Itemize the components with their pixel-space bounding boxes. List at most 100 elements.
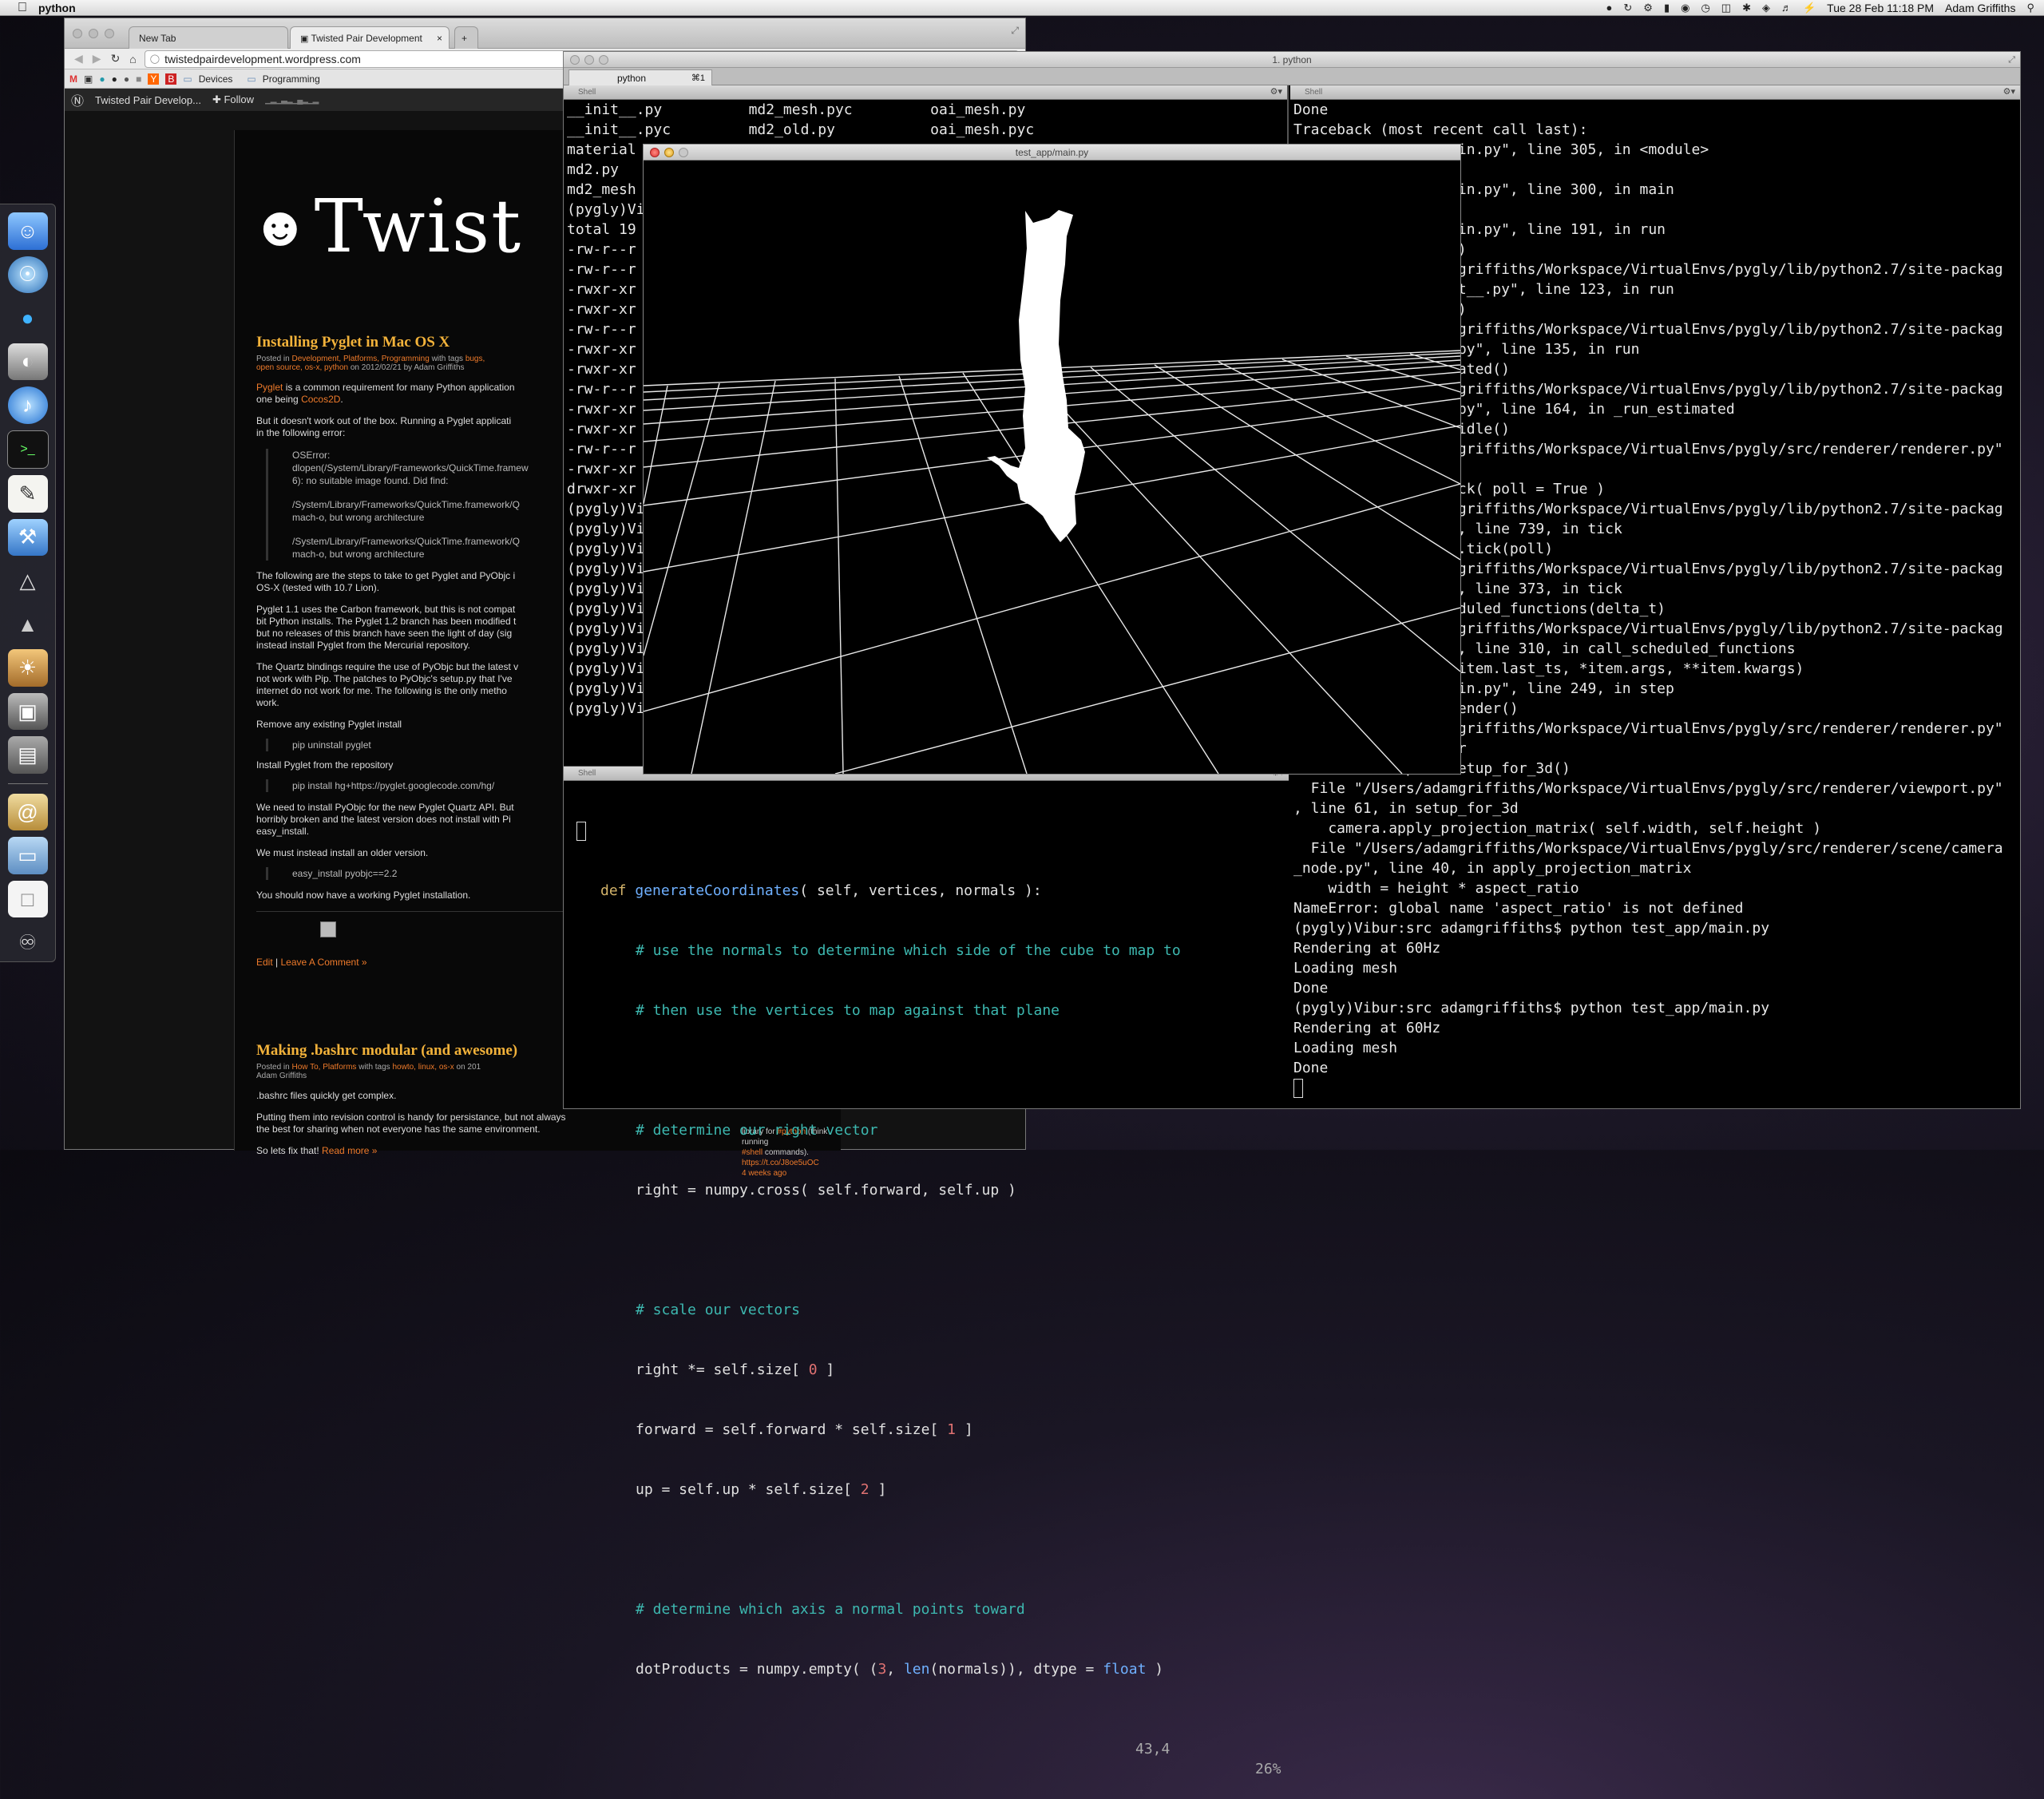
browser-icon[interactable]: ☉ [7,256,48,294]
tab-label: New Tab [139,33,176,44]
meta-date: on 201 [456,1063,481,1072]
back-icon[interactable]: ◀ [74,52,83,65]
code-line: up = self.up * self.size[ 2 ] [576,1480,1289,1500]
pyglet-link[interactable]: Pyglet [256,382,283,393]
bookmark-programming[interactable]: Programming [263,73,320,85]
wp-site-name[interactable]: Twisted Pair Develop... [95,94,201,106]
power-icon[interactable]: ⚡ [1803,2,1816,14]
post-text: We need to install PyObjc for the new Py… [256,802,514,813]
document-icon[interactable]: □ [7,880,48,918]
close-icon[interactable] [650,148,660,157]
eye-icon[interactable]: ◉ [1681,2,1689,14]
inkscape-icon[interactable]: △ [8,562,48,600]
flip-icon[interactable]: ▲ [8,606,48,644]
cocos2d-link[interactable]: Cocos2D [301,394,340,405]
github-icon[interactable]: ● [112,73,117,85]
folder-icon[interactable]: ▭ [7,837,48,874]
bookmark-icon[interactable]: ● [124,73,129,85]
read-more-link[interactable]: Read more » [322,1145,377,1156]
stats-sparkline-icon[interactable]: ▁▂▁▃▂▁▄▂▁▂ [265,96,319,105]
meta-tags[interactable]: open source, os-x, python [256,363,348,372]
itunes-icon[interactable]: ♪ [7,386,48,424]
finder-icon[interactable]: ☺ [7,212,48,250]
share-icon[interactable] [320,921,336,937]
tab-new-tab[interactable]: New Tab [129,26,288,49]
textedit-icon[interactable]: ✎ [7,475,48,513]
meta-categories[interactable]: How To, Platforms [291,1063,356,1072]
code-line: def generateCoordinates( self, vertices,… [576,881,1289,901]
gmail-icon[interactable]: M [69,73,77,85]
code-comment: # then use the vertices to map against t… [636,1002,1060,1019]
meta-date: on 2012/02/21 by Adam Griffiths [350,363,465,372]
battery-icon[interactable]: ▮ [1664,2,1670,14]
tab-twisted-pair[interactable]: ▣ Twisted Pair Development × [290,26,450,49]
iphoto-icon[interactable]: ☀ [7,649,48,687]
edit-link[interactable]: Edit [256,957,273,968]
skype-icon[interactable]: ● [1606,2,1613,14]
close-icon[interactable] [73,29,82,38]
bluetooth-icon[interactable]: ✱ [1742,2,1751,14]
console-icon[interactable]: ▤ [7,736,48,774]
zoom-icon[interactable] [105,29,114,38]
terminal-line: Rendering at 60Hz [1293,940,1441,957]
menubar-clock[interactable]: Tue 28 Feb 11:18 PM [1827,2,1934,14]
terminal-tab-python[interactable]: python ⌘1 [568,69,712,85]
xcode-icon[interactable]: ⚒ [7,518,48,557]
gl-app-window[interactable]: test_app/main.py [643,144,1461,775]
terminal-icon[interactable]: >_ [6,430,49,470]
app-menu[interactable]: python [38,2,76,14]
comment-link[interactable]: Leave A Comment » [280,957,366,968]
wifi-icon[interactable]: ◈ [1762,2,1770,14]
minimize-icon[interactable] [664,148,674,157]
meta-tags[interactable]: howto, linux, os-x [392,1063,454,1072]
wordpress-logo-icon[interactable]: Ⓝ [71,90,84,109]
gear-icon[interactable]: ⚙▾ [1270,85,1282,99]
fullscreen-icon[interactable]: ⤢ [2008,52,2015,68]
terminal-line: Done [1293,980,1329,997]
hacker-news-icon[interactable]: Y [148,73,160,85]
mascot-icon: ☻ [251,195,310,257]
menubar-user[interactable]: Adam Griffiths [1945,2,2015,14]
bookmark-icon[interactable]: ■ [136,73,141,85]
gear-icon[interactable]: ⚙▾ [2003,85,2015,99]
zoom-icon[interactable] [679,148,688,157]
tab-close-icon[interactable]: × [437,27,442,50]
post-text: is a common requirement for many Python … [283,382,515,393]
follow-button[interactable]: ✚ Follow [212,93,254,106]
blog-logo[interactable]: ☻ Twist [251,184,522,269]
forward-icon[interactable]: ▶ [93,52,101,65]
new-tab-button[interactable]: + [454,26,478,49]
bookmark-icon[interactable]: B [165,73,177,85]
bookmark-icon[interactable]: ▣ [84,73,93,85]
spotlight-icon[interactable]: ⚲ [2026,2,2034,14]
code-line: forward = self.forward * self.size[ 1 ] [576,1420,1289,1440]
twitter-icon[interactable]: ● [99,73,105,85]
time-machine-icon[interactable]: ◷ [1701,2,1709,14]
settings-icon[interactable]: ⚙ [1643,2,1653,14]
minimize-icon[interactable] [89,29,98,38]
home-icon[interactable]: ⌂ [129,53,136,65]
code-plain: forward = self.forward * self.size[ [636,1421,948,1438]
volume-icon[interactable]: ♬ [1781,2,1792,14]
display-icon[interactable]: ◫ [1721,2,1731,14]
vim-editor[interactable]: def generateCoordinates( self, vertices,… [564,781,1289,1779]
apple-menu-icon[interactable]:  [18,1,27,15]
post-text: internet do not work for me. The followi… [256,685,507,696]
minimize-icon[interactable] [584,55,594,65]
meta-categories[interactable]: Development, Platforms, Programming [291,355,429,363]
meta-tags[interactable]: bugs, [465,355,485,363]
terminal-line: (pygly)Vibur:src adamgriffiths$ python t… [1293,1000,1770,1016]
fullscreen-icon[interactable]: ⤢ [1011,25,1019,37]
address-book-icon[interactable]: @ [7,793,48,831]
zoom-icon[interactable] [599,55,608,65]
sync-icon[interactable]: ↻ [1623,2,1632,14]
close-icon[interactable] [570,55,580,65]
preview-icon[interactable]: ▣ [7,692,48,731]
shell-pane-editor[interactable]: Shell ⚙▾ def generateCoordinates( self, … [564,766,1289,1777]
reload-icon[interactable]: ↻ [111,52,121,65]
trash-icon[interactable]: ♾ [8,924,48,961]
bookmark-devices[interactable]: Devices [199,73,233,85]
disk-utility-icon[interactable]: ◐ [7,343,48,381]
gl-viewport[interactable] [644,160,1460,774]
adium-icon[interactable]: ● [8,299,48,337]
